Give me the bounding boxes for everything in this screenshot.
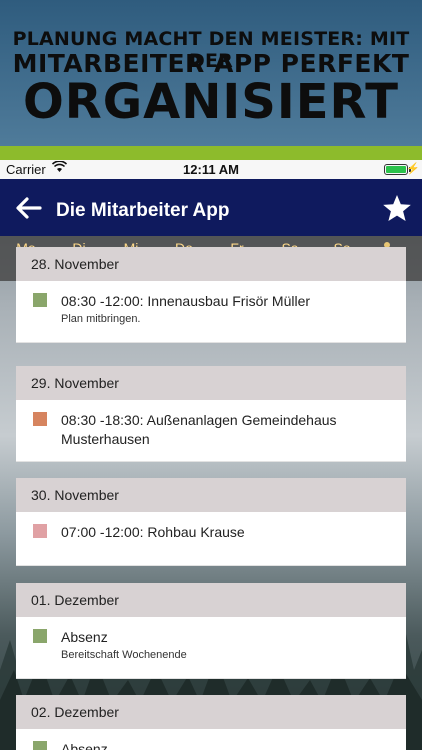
event-item[interactable]: 08:30 -12:00: Innenausbau Frisör Müller … (16, 281, 406, 343)
app-header: Die Mitarbeiter App (0, 179, 422, 236)
event-title: Absenz (61, 741, 108, 750)
date-header: 02. Dezember (16, 695, 406, 729)
event-color-swatch (33, 629, 47, 643)
date-header: 30. November (16, 478, 406, 512)
event-color-swatch (33, 412, 47, 426)
event-note: Plan mitbringen. (61, 313, 141, 325)
event-color-swatch (33, 293, 47, 307)
status-bar: Carrier 12:11 AM ⚡ (0, 160, 422, 179)
clock-time: 12:11 AM (183, 162, 239, 177)
banner-stripe (0, 146, 422, 160)
event-title: Absenz (61, 629, 108, 645)
event-color-swatch (33, 741, 47, 750)
event-item[interactable]: 07:00 -12:00: Rohbau Krause (16, 512, 406, 566)
agenda-group: 28. November 08:30 -12:00: Innenausbau F… (16, 247, 406, 343)
event-item[interactable]: 08:30 -18:30: Außenanlagen Gemeindehaus … (16, 400, 406, 462)
event-title: 07:00 -12:00: Rohbau Krause (61, 524, 245, 540)
date-header: 01. Dezember (16, 583, 406, 617)
banner-line-3: ORGANISIERT (22, 74, 400, 130)
agenda-group: 29. November 08:30 -18:30: Außenanlagen … (16, 366, 406, 462)
event-title: 08:30 -12:00: Innenausbau Frisör Müller (61, 293, 311, 309)
app-content: Die Mitarbeiter App Mo 26 Di 27 Mi 28 Do… (0, 179, 422, 750)
agenda-group: 01. Dezember Absenz Bereitschaft Wochene… (16, 583, 406, 679)
event-color-swatch (33, 524, 47, 538)
event-note: Bereitschaft Wochenende (61, 649, 187, 661)
star-icon[interactable] (382, 194, 412, 222)
date-header: 28. November (16, 247, 406, 281)
battery-icon (384, 164, 408, 175)
page-title: Die Mitarbeiter App (56, 200, 230, 221)
agenda-group: 02. Dezember Absenz (16, 695, 406, 750)
event-item[interactable]: Absenz Bereitschaft Wochenende (16, 617, 406, 679)
promo-banner: PLANUNG MACHT DEN MEISTER: MIT DER MITAR… (0, 0, 422, 146)
arrow-left-icon[interactable] (14, 196, 42, 220)
date-header: 29. November (16, 366, 406, 400)
charging-icon: ⚡ (406, 163, 420, 175)
agenda-group: 30. November 07:00 -12:00: Rohbau Krause (16, 478, 406, 566)
event-item[interactable]: Absenz (16, 729, 406, 750)
event-title: 08:30 -18:30: Außenanlagen Gemeindehaus … (61, 412, 337, 447)
